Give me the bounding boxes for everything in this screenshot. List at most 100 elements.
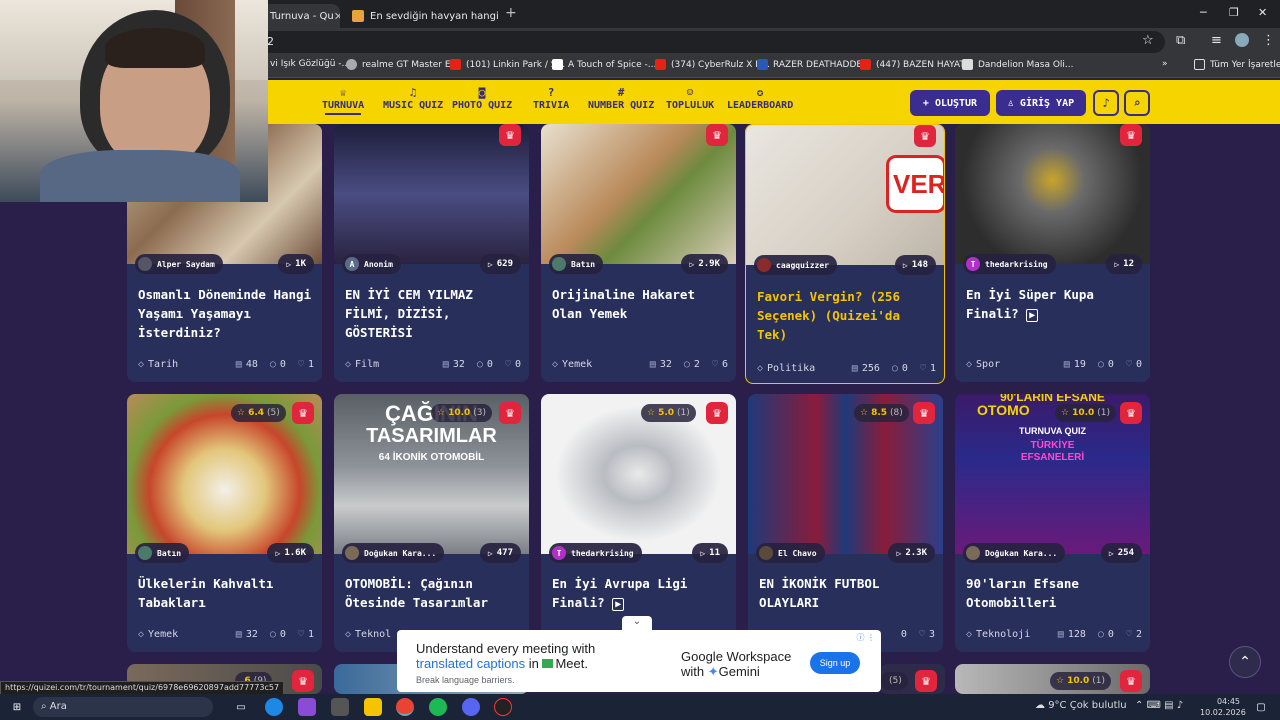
nav-leaderboard[interactable]: ✪ LEADERBOARD (727, 86, 793, 111)
crown-button[interactable]: ♛ (1120, 402, 1142, 424)
crown-button[interactable]: ♛ (913, 402, 935, 424)
quiz-title[interactable]: EN İKONİK FUTBOL OLAYLARI (759, 574, 935, 612)
quiz-card[interactable]: Tthedarkrising ▷ 12 En İyi Süper Kupa Fin… (955, 124, 1150, 382)
store-icon[interactable] (331, 698, 349, 716)
quiz-card[interactable]: 90'LARIN EFSANE OTOMO TURNUVA QUIZ TÜRKİ… (955, 394, 1150, 652)
notifications-button[interactable]: ♪ (1093, 90, 1119, 116)
all-bookmarks[interactable]: Tüm Yer İşaretleri (1194, 59, 1280, 70)
crown-button[interactable]: ♛ (1120, 124, 1142, 146)
quiz-title[interactable]: En İyi Avrupa Ligi Finali? ▶ (552, 574, 728, 614)
close-icon[interactable]: ✕ (334, 10, 340, 23)
profile-avatar[interactable] (1235, 33, 1249, 47)
star-icon[interactable]: ☆ (1142, 33, 1154, 48)
scroll-to-top-button[interactable]: ⌃ (1229, 646, 1261, 678)
clock[interactable]: 04:45 10.02.2026 (1200, 696, 1246, 718)
quiz-title[interactable]: En İyi Süper Kupa Finali? ▶ (966, 285, 1142, 325)
author-chip[interactable]: Batın (549, 254, 604, 274)
tab-turnuva[interactable]: Turnuva - Qu ✕ (262, 4, 340, 28)
quiz-card[interactable]: ☆ 8.5 (8) ♛ El Chavo ▷ 2.3K EN İKONİK FUTBO… (748, 394, 943, 652)
bookmark-label: (101) Linkin Park / S... (466, 59, 566, 70)
new-tab-icon[interactable]: + (505, 5, 517, 21)
nav-turnuva[interactable]: ♕ TURNUVA (322, 86, 364, 115)
bookmarks-overflow-icon[interactable]: » (1162, 59, 1168, 69)
nav-label: TOPLULUK (666, 100, 715, 111)
bookmark-item[interactable]: (447) BAZEN HAYAT... (860, 59, 972, 70)
discord-icon[interactable] (462, 698, 480, 716)
author-chip[interactable]: El Chavo (756, 543, 825, 563)
quiz-card[interactable]: Batın ▷ 2.9K Orijinaline Hakaret Olan Yem… (541, 124, 736, 382)
search-button[interactable]: ⌕ (1124, 90, 1150, 116)
bookmark-item[interactable]: RAZER DEATHADDE... (757, 59, 871, 70)
crown-button[interactable]: ♛ (292, 402, 314, 424)
quiz-card[interactable]: ÇAĞININ TASARIMLAR 64 İKONİK OTOMOBİL ☆1… (334, 394, 529, 652)
quiz-card[interactable]: A Anonim ▷ 629 EN İYİ CEM YILMAZ FİLMİ, Dİ… (334, 124, 529, 382)
ad-info-icon[interactable]: ⓘ ⋮ (856, 632, 875, 643)
quiz-title[interactable]: Favori Vergin? (256 Seçenek) (Quizei'da … (757, 287, 936, 344)
extensions-icon[interactable]: ⧉ (1176, 33, 1185, 48)
quiz-card[interactable]: (5) ♛ (880, 664, 945, 694)
window-close-icon[interactable]: ✕ (1258, 6, 1267, 19)
taskbar-search[interactable]: ⌕ Ara (33, 697, 213, 717)
author-chip[interactable]: A Anonim (342, 254, 401, 274)
quiz-card[interactable]: ☆ 5.0 (1) ♛ Tthedarkrising ▷ 11 En İyi Avru… (541, 394, 736, 652)
author-chip[interactable]: Tthedarkrising (963, 254, 1056, 274)
nav-trivia[interactable]: ? TRIVIA (533, 86, 569, 111)
quiz-title[interactable]: OTOMOBİL: Çağının Ötesinde Tasarımlar (345, 574, 521, 612)
obs-icon[interactable] (494, 698, 512, 716)
nav-topluluk[interactable]: ☺ TOPLULUK (666, 86, 714, 111)
author-chip[interactable]: Doğukan Kara... (342, 543, 445, 563)
task-view-icon[interactable]: ▭ (232, 698, 250, 716)
quiz-card[interactable]: ☆ 10.0 (1) ♛ (955, 664, 1150, 694)
crown-button[interactable]: ♛ (706, 402, 728, 424)
nav-number-quiz[interactable]: # NUMBER QUIZ (588, 86, 654, 111)
author-chip[interactable]: Batın (135, 543, 190, 563)
menu-icon[interactable]: ⋮ (1262, 33, 1275, 48)
quiz-title[interactable]: Osmanlı Döneminde Hangi Yaşamı Yaşamayı … (138, 285, 314, 342)
author-chip[interactable]: Doğukan Kara... (963, 543, 1066, 563)
chrome-icon[interactable] (396, 698, 414, 716)
minimize-icon[interactable]: ─ (1200, 6, 1207, 19)
bookmark-item[interactable]: (374) CyberRulz X B... (655, 59, 770, 70)
crown-button[interactable]: ♛ (499, 402, 521, 424)
quiz-title[interactable]: Ülkelerin Kahvaltı Tabakları (138, 574, 314, 612)
author-chip[interactable]: Alper Saydam (135, 254, 223, 274)
edge-icon[interactable] (265, 698, 283, 716)
ad-banner[interactable]: Understand every meeting with translated… (397, 630, 881, 692)
bookmark-item[interactable]: A Touch of Spice -... (552, 59, 656, 70)
crown-button[interactable]: ♛ (292, 670, 314, 692)
tray-icons[interactable]: ⌃ ⌨ ▤ ♪ (1135, 700, 1183, 711)
bookmark-item[interactable]: realme GT Master E... (346, 59, 459, 70)
restore-icon[interactable]: ❐ (1229, 6, 1239, 19)
tab-havyan[interactable]: En sevdiğin havyan hangisi ? - ✕ (344, 4, 499, 28)
notification-icon[interactable]: ▢ (1252, 698, 1270, 716)
copilot-icon[interactable] (298, 698, 316, 716)
crown-button[interactable]: ♛ (499, 124, 521, 146)
crown-button[interactable]: ♛ (1120, 670, 1142, 692)
weather-widget[interactable]: ☁ 9°C Çok bulutlu (1035, 700, 1127, 711)
nav-music-quiz[interactable]: ♫ MUSIC QUIZ (383, 86, 443, 111)
ad-collapse-icon[interactable]: ⌄ (622, 616, 652, 630)
windows-start-icon[interactable]: ⊞ (8, 698, 26, 716)
quiz-title[interactable]: EN İYİ CEM YILMAZ FİLMİ, DİZİSİ, GÖSTERİ… (345, 285, 521, 342)
bookmark-item[interactable]: (101) Linkin Park / S... (450, 59, 565, 70)
url-input[interactable]: 2 (255, 31, 1165, 53)
author-chip[interactable]: Tthedarkrising (549, 543, 642, 563)
nav-photo-quiz[interactable]: ◙ PHOTO QUIZ (452, 86, 512, 111)
crown-button[interactable]: ♛ (915, 670, 937, 692)
bookmark-item[interactable]: Dandelion Masa Oli... (962, 59, 1073, 70)
quiz-title[interactable]: 90'ların Efsane Otomobilleri (966, 574, 1142, 612)
spotify-icon[interactable] (429, 698, 447, 716)
login-button[interactable]: ♙ GİRİŞ YAP (996, 90, 1086, 116)
bookmark-label: vi Işık Gözlüğü -... (270, 59, 351, 69)
ad-signup-button[interactable]: Sign up (810, 652, 860, 674)
crown-button[interactable]: ♛ (914, 125, 936, 147)
quiz-card[interactable]: ☆ 6.4 (5) ♛ Batın ▷ 1.6K Ülkelerin Kahvaltı… (127, 394, 322, 652)
author-chip[interactable]: caagquizzer (754, 255, 837, 275)
crown-button[interactable]: ♛ (706, 124, 728, 146)
quiz-card[interactable]: VER caagquizzer ▷ 148 Favori Vergin? (256… (745, 124, 945, 384)
quiz-title[interactable]: Orijinaline Hakaret Olan Yemek (552, 285, 728, 323)
reading-list-icon[interactable]: ≡ (1211, 33, 1222, 48)
file-explorer-icon[interactable] (364, 698, 382, 716)
create-button[interactable]: + OLUŞTUR (910, 90, 990, 116)
bookmark-item[interactable]: vi Işık Gözlüğü -... (270, 59, 350, 69)
